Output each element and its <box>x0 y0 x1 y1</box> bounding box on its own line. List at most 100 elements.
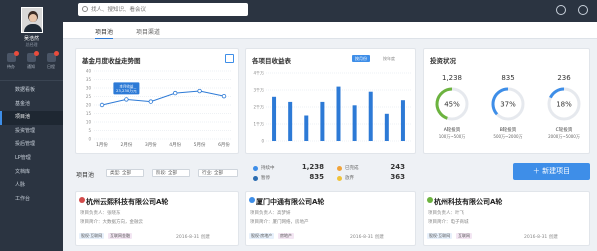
y-tick-label: 4千万 <box>253 70 264 76</box>
quick-link-notify[interactable]: 通知 <box>22 51 40 70</box>
search-input[interactable] <box>91 4 241 15</box>
x-tick-label: 3月份 <box>145 141 157 148</box>
quick-link-schedule[interactable]: 日程 <box>42 51 60 70</box>
search-box[interactable] <box>78 3 248 16</box>
status-dot <box>337 166 342 171</box>
calendar-icon <box>46 51 59 62</box>
data-point <box>124 97 129 102</box>
company-logo <box>249 197 255 203</box>
project-pool-label: 项目池 <box>76 172 95 179</box>
stat-value: 363 <box>390 173 405 181</box>
tab-project-pool[interactable]: 项目池 <box>95 27 114 39</box>
power-icon[interactable] <box>578 5 588 15</box>
project-desc: 项目简介：大数据方向，金融云 <box>80 220 143 225</box>
gauge-range: 500万~2000万 <box>493 134 522 139</box>
sidebar-item-workspace[interactable]: 工作台 <box>0 193 63 207</box>
quick-link-label: 日程 <box>47 64 55 69</box>
top-bar <box>63 0 597 22</box>
project-desc: 项目简介：厦门网络，房地产 <box>250 220 309 225</box>
x-tick-label: 2月份 <box>120 141 132 148</box>
project-title: 杭州科技有限公司A轮 <box>434 198 503 206</box>
stat-value: 1,238 <box>301 163 324 171</box>
status-dot <box>253 176 258 181</box>
gauge-count: 236 <box>557 74 571 82</box>
quick-link-todo[interactable]: 待办 <box>2 51 20 70</box>
settings-icon[interactable] <box>556 5 566 15</box>
sidebar-item-project-pool[interactable]: 项目池 <box>0 111 63 125</box>
stat-value: 243 <box>390 163 405 171</box>
y-tick-label: 2千万 <box>253 104 264 110</box>
x-tick-label: 4月份 <box>169 141 181 148</box>
todo-icon <box>6 51 19 62</box>
stat-label: 已完成 <box>345 166 359 171</box>
gauge-range: 2000万~5000万 <box>548 134 580 139</box>
y-tick-label: 25 <box>86 94 92 99</box>
x-tick-label: 6月份 <box>218 141 230 148</box>
tooltip-value: 23,230万元 <box>116 88 137 93</box>
quick-link-label: 通知 <box>27 64 35 69</box>
bar <box>320 101 325 141</box>
bar <box>272 96 277 141</box>
tag: 房地产 <box>278 233 294 239</box>
sidebar: 吴浩然 总经理 待办 通知 日程 数据看板 基金池 项目池 投资管理 投后管理 … <box>0 0 63 251</box>
project-date: 2016-8-31 创建 <box>176 235 210 240</box>
bell-icon <box>26 51 39 62</box>
bar <box>336 86 341 141</box>
tag: 股权·互联网 <box>79 233 105 239</box>
investment-gauges: 1,238 45% A轮投资100万~500万 835 37% B轮投资500万~2000… <box>435 74 581 139</box>
y-tick-label: 30 <box>86 86 92 91</box>
project-date: 2016-8-31 创建 <box>350 235 384 240</box>
filter-stage[interactable]: 阶段: 全部 <box>152 169 190 177</box>
y-tick-label: 0 <box>88 137 91 142</box>
project-owner: 项目负责人：张晓东 <box>80 211 121 216</box>
tab-bar: 项目池 项目渠道 <box>63 22 597 39</box>
sidebar-item-fund-pool[interactable]: 基金池 <box>0 98 63 112</box>
bar <box>368 91 373 141</box>
gauge-percent: 18% <box>556 101 572 109</box>
y-tick-label: 15 <box>86 111 92 116</box>
sidebar-item-dashboard[interactable]: 数据看板 <box>0 84 63 98</box>
y-tick-label: 40 <box>86 69 92 74</box>
y-tick-label: 35 <box>86 77 92 82</box>
status-dot <box>337 176 342 181</box>
project-owner: 项目负责人：叶飞 <box>428 211 464 216</box>
sidebar-item-contacts[interactable]: 人脉 <box>0 179 63 193</box>
project-title: 杭州云熙科技有限公司A轮 <box>86 198 169 206</box>
data-point <box>148 99 153 104</box>
project-title: 厦门中通有限公司A轮 <box>256 198 325 206</box>
gauge-percent: 37% <box>500 101 516 109</box>
y-tick-label: 0 <box>261 139 264 144</box>
y-tick-label: 3千万 <box>253 87 264 93</box>
badge-dot <box>33 51 39 56</box>
tab-project-channel[interactable]: 项目渠道 <box>136 27 160 36</box>
quick-link-label: 待办 <box>7 64 15 69</box>
sidebar-item-lp[interactable]: LP管理 <box>0 152 63 166</box>
filter-type[interactable]: 类型: 全部 <box>106 169 144 177</box>
tag: 股权·互联网 <box>427 233 453 239</box>
status-dot <box>253 166 258 171</box>
gauge-count: 835 <box>501 74 514 82</box>
gauge-count: 1,238 <box>442 74 462 82</box>
avatar[interactable] <box>21 7 43 33</box>
data-point <box>99 102 105 108</box>
new-project-label: 新建项目 <box>542 167 571 175</box>
search-icon <box>82 6 88 12</box>
stat-label: 放弃 <box>345 176 354 181</box>
project-date: 2016-8-31 创建 <box>524 235 558 240</box>
gauge-arc <box>549 87 565 99</box>
gauge-label: A轮投资 <box>444 126 461 133</box>
sidebar-nav: 数据看板 基金池 项目池 投资管理 投后管理 LP管理 文档库 人脉 工作台 <box>0 84 63 206</box>
y-tick-label: 1千万 <box>253 121 264 127</box>
sidebar-item-investment[interactable]: 投资管理 <box>0 125 63 139</box>
new-project-button[interactable]: ＋ 新建项目 <box>513 163 590 180</box>
y-tick-label: 10 <box>86 120 92 125</box>
x-tick-label: 1月份 <box>96 141 108 148</box>
sidebar-item-documents[interactable]: 文档库 <box>0 166 63 180</box>
filter-industry[interactable]: 行业: 全部 <box>198 169 238 177</box>
data-point <box>172 90 178 96</box>
company-logo <box>427 197 433 203</box>
sidebar-item-post-investment[interactable]: 投后管理 <box>0 138 63 152</box>
gauge-label: C轮投资 <box>556 126 573 133</box>
divider <box>0 80 63 81</box>
x-tick-label: 5月份 <box>194 141 206 148</box>
